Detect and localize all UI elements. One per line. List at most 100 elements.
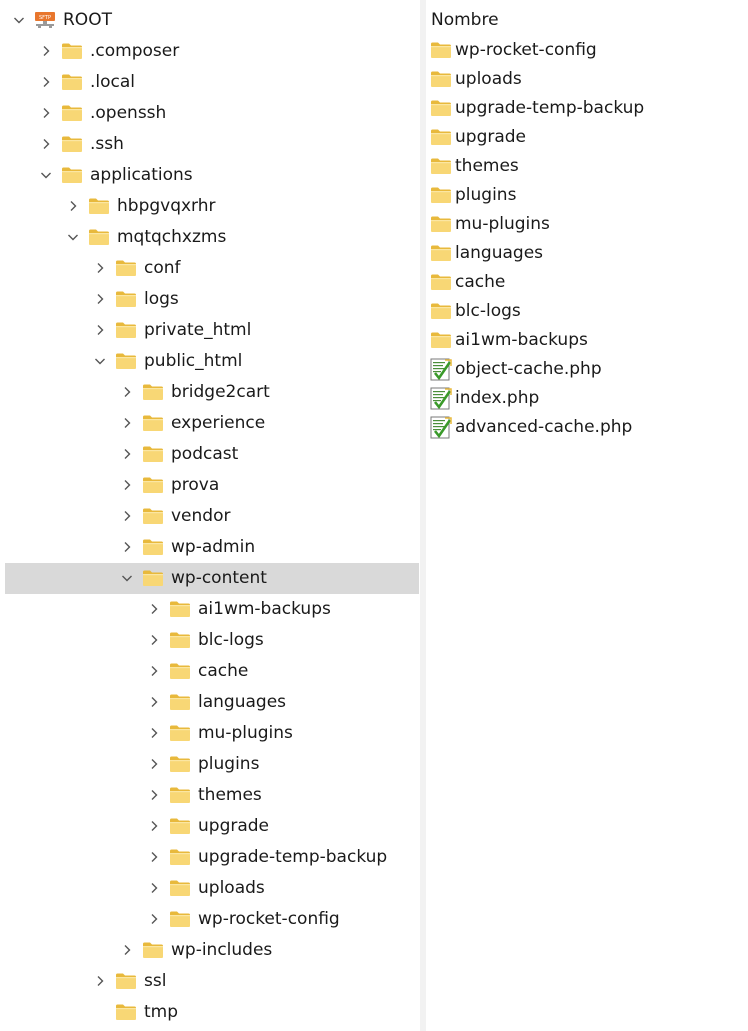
file-row[interactable]: advanced-cache.php: [426, 413, 748, 442]
chevron-down-icon[interactable]: [120, 571, 134, 585]
tree-item[interactable]: ai1wm-backups: [5, 594, 419, 625]
folder-icon: [115, 352, 137, 370]
chevron-down-icon[interactable]: [66, 230, 80, 244]
tree-item[interactable]: bridge2cart: [5, 377, 419, 408]
tree-item[interactable]: mqtqchxzms: [5, 222, 419, 253]
folder-row[interactable]: ai1wm-backups: [426, 326, 748, 355]
tree-item-label: wp-content: [171, 568, 267, 588]
tree-item[interactable]: wp-admin: [5, 532, 419, 563]
folder-icon: [430, 128, 452, 146]
chevron-right-icon[interactable]: [120, 416, 134, 430]
folder-icon: [430, 186, 452, 204]
tree-item[interactable]: wp-rocket-config: [5, 904, 419, 935]
tree-item-label: podcast: [171, 444, 239, 464]
file-name: themes: [455, 156, 519, 176]
tree-item[interactable]: .local: [5, 67, 419, 98]
file-name: mu-plugins: [455, 214, 550, 234]
folder-row[interactable]: upgrade-temp-backup: [426, 94, 748, 123]
tree-item[interactable]: .ssh: [5, 129, 419, 160]
tree-item[interactable]: prova: [5, 470, 419, 501]
folder-icon: [61, 135, 83, 153]
tree-item[interactable]: vendor: [5, 501, 419, 532]
chevron-right-icon[interactable]: [120, 447, 134, 461]
tree-item-label: public_html: [144, 351, 243, 371]
file-name: index.php: [455, 388, 540, 408]
chevron-right-icon[interactable]: [93, 292, 107, 306]
tree-item[interactable]: public_html: [5, 346, 419, 377]
chevron-right-icon[interactable]: [93, 261, 107, 275]
folder-row[interactable]: mu-plugins: [426, 210, 748, 239]
chevron-down-icon[interactable]: [39, 168, 53, 182]
column-header-name[interactable]: Nombre: [431, 7, 499, 33]
folder-icon: [142, 941, 164, 959]
folder-icon: [115, 259, 137, 277]
file-row[interactable]: object-cache.php: [426, 355, 748, 384]
tree-item[interactable]: experience: [5, 408, 419, 439]
folder-icon: [430, 244, 452, 262]
folder-row[interactable]: cache: [426, 268, 748, 297]
tree-item-label: ROOT: [63, 10, 112, 30]
chevron-right-icon[interactable]: [147, 633, 161, 647]
folder-icon: [61, 73, 83, 91]
chevron-right-icon[interactable]: [120, 540, 134, 554]
chevron-right-icon[interactable]: [147, 881, 161, 895]
chevron-down-icon[interactable]: [12, 13, 26, 27]
file-row[interactable]: index.php: [426, 384, 748, 413]
tree-item[interactable]: themes: [5, 780, 419, 811]
tree-item[interactable]: SFTP ROOT: [5, 5, 419, 36]
file-name: upgrade-temp-backup: [455, 98, 645, 118]
tree-item[interactable]: conf: [5, 253, 419, 284]
chevron-right-icon[interactable]: [147, 788, 161, 802]
tree-item[interactable]: plugins: [5, 749, 419, 780]
chevron-right-icon[interactable]: [147, 664, 161, 678]
folder-row[interactable]: upgrade: [426, 123, 748, 152]
chevron-right-icon[interactable]: [120, 385, 134, 399]
tree-item[interactable]: tmp: [5, 997, 419, 1028]
chevron-right-icon[interactable]: [147, 726, 161, 740]
chevron-right-icon[interactable]: [147, 850, 161, 864]
chevron-right-icon[interactable]: [120, 943, 134, 957]
chevron-right-icon[interactable]: [120, 478, 134, 492]
chevron-right-icon[interactable]: [39, 137, 53, 151]
chevron-down-icon[interactable]: [93, 354, 107, 368]
folder-row[interactable]: blc-logs: [426, 297, 748, 326]
chevron-right-icon[interactable]: [93, 974, 107, 988]
folder-row[interactable]: wp-rocket-config: [426, 36, 748, 65]
tree-item[interactable]: .openssh: [5, 98, 419, 129]
tree-item[interactable]: applications: [5, 160, 419, 191]
folder-row[interactable]: themes: [426, 152, 748, 181]
chevron-right-icon[interactable]: [147, 912, 161, 926]
tree-item[interactable]: mu-plugins: [5, 718, 419, 749]
folder-icon: [430, 273, 452, 291]
file-name: plugins: [455, 185, 517, 205]
svg-text:SFTP: SFTP: [39, 15, 51, 21]
tree-item[interactable]: hbpgvqxrhr: [5, 191, 419, 222]
tree-item[interactable]: logs: [5, 284, 419, 315]
tree-item[interactable]: wp-content: [5, 563, 419, 594]
chevron-right-icon[interactable]: [93, 323, 107, 337]
tree-item[interactable]: ssl: [5, 966, 419, 997]
chevron-right-icon[interactable]: [39, 106, 53, 120]
chevron-right-icon[interactable]: [66, 199, 80, 213]
tree-item[interactable]: private_html: [5, 315, 419, 346]
tree-item[interactable]: upgrade: [5, 811, 419, 842]
folder-row[interactable]: uploads: [426, 65, 748, 94]
chevron-right-icon[interactable]: [147, 757, 161, 771]
tree-item[interactable]: cache: [5, 656, 419, 687]
tree-item[interactable]: podcast: [5, 439, 419, 470]
tree-item[interactable]: uploads: [5, 873, 419, 904]
chevron-right-icon[interactable]: [147, 602, 161, 616]
tree-item[interactable]: wp-includes: [5, 935, 419, 966]
folder-row[interactable]: languages: [426, 239, 748, 268]
chevron-right-icon[interactable]: [147, 695, 161, 709]
tree-item[interactable]: blc-logs: [5, 625, 419, 656]
chevron-right-icon[interactable]: [147, 819, 161, 833]
tree-item-label: applications: [90, 165, 193, 185]
tree-item[interactable]: upgrade-temp-backup: [5, 842, 419, 873]
chevron-right-icon[interactable]: [39, 44, 53, 58]
tree-item[interactable]: languages: [5, 687, 419, 718]
chevron-right-icon[interactable]: [120, 509, 134, 523]
tree-item[interactable]: .composer: [5, 36, 419, 67]
folder-row[interactable]: plugins: [426, 181, 748, 210]
chevron-right-icon[interactable]: [39, 75, 53, 89]
